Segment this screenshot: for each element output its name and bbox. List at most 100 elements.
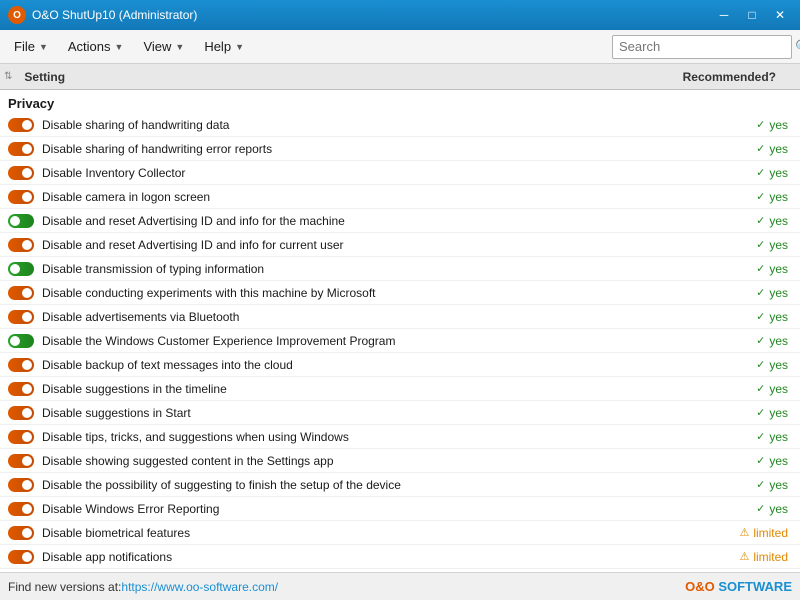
recommended-value: ✓yes xyxy=(672,382,792,396)
toggle-switch[interactable] xyxy=(8,454,34,468)
toggle-switch[interactable] xyxy=(8,478,34,492)
toggle-knob xyxy=(22,312,32,322)
minimize-button[interactable]: ─ xyxy=(712,5,736,25)
menu-actions[interactable]: Actions ▼ xyxy=(58,35,134,58)
toggle-switch[interactable] xyxy=(8,214,34,228)
toggle-knob xyxy=(22,288,32,298)
toggle-switch[interactable] xyxy=(8,550,34,564)
section-privacy-header: Privacy xyxy=(0,90,800,113)
recommended-value: ✓yes xyxy=(672,190,792,204)
status-bar: Find new versions at: https://www.oo-sof… xyxy=(0,572,800,600)
table-row: Disable access to local language for bro… xyxy=(0,569,800,572)
search-input[interactable] xyxy=(619,39,795,54)
check-icon: ✓ xyxy=(756,214,765,227)
check-icon: ✓ xyxy=(756,262,765,275)
setting-label: Disable the possibility of suggesting to… xyxy=(42,478,672,492)
search-box[interactable]: 🔍 xyxy=(612,35,792,59)
recommended-value: ✓yes xyxy=(672,502,792,516)
toggle-switch[interactable] xyxy=(8,382,34,396)
menu-bar: File ▼ Actions ▼ View ▼ Help ▼ 🔍 xyxy=(0,30,800,64)
recommended-value: ✓yes xyxy=(672,310,792,324)
recommended-value: ✓yes xyxy=(672,334,792,348)
toggle-knob xyxy=(22,552,32,562)
table-row: Disable the possibility of suggesting to… xyxy=(0,473,800,497)
setting-label: Disable backup of text messages into the… xyxy=(42,358,672,372)
check-icon: ✓ xyxy=(756,406,765,419)
toggle-switch[interactable] xyxy=(8,406,34,420)
table-header: ⇅ Setting Recommended? xyxy=(0,64,800,90)
setting-sort-icon[interactable]: ⇅ xyxy=(4,71,12,82)
table-row: Disable the Windows Customer Experience … xyxy=(0,329,800,353)
setting-label: Disable biometrical features xyxy=(42,526,672,540)
toggle-knob xyxy=(22,360,32,370)
settings-list: Disable sharing of handwriting data✓yesD… xyxy=(0,113,800,572)
toggle-switch[interactable] xyxy=(8,118,34,132)
toggle-knob xyxy=(10,336,20,346)
recommended-value: ✓yes xyxy=(672,238,792,252)
file-menu-arrow: ▼ xyxy=(39,42,48,52)
toggle-switch[interactable] xyxy=(8,358,34,372)
toggle-knob xyxy=(22,240,32,250)
toggle-switch[interactable] xyxy=(8,502,34,516)
table-row: Disable advertisements via Bluetooth✓yes xyxy=(0,305,800,329)
view-menu-arrow: ▼ xyxy=(175,42,184,52)
toggle-knob xyxy=(22,192,32,202)
title-bar: O O&O ShutUp10 (Administrator) ─ □ ✕ xyxy=(0,0,800,30)
table-row: Disable suggestions in Start✓yes xyxy=(0,401,800,425)
table-row: Disable backup of text messages into the… xyxy=(0,353,800,377)
table-row: Disable app notifications⚠limited xyxy=(0,545,800,569)
toggle-switch[interactable] xyxy=(8,142,34,156)
toggle-knob xyxy=(22,144,32,154)
menu-view[interactable]: View ▼ xyxy=(133,35,194,58)
close-button[interactable]: ✕ xyxy=(768,5,792,25)
toggle-switch[interactable] xyxy=(8,430,34,444)
recommended-value: ✓yes xyxy=(672,118,792,132)
setting-label: Disable suggestions in the timeline xyxy=(42,382,672,396)
maximize-button[interactable]: □ xyxy=(740,5,764,25)
recommended-value: ✓yes xyxy=(672,262,792,276)
check-icon: ✓ xyxy=(756,430,765,443)
table-row: Disable camera in logon screen✓yes xyxy=(0,185,800,209)
table-row: Disable biometrical features⚠limited xyxy=(0,521,800,545)
setting-column-header: Setting xyxy=(16,70,676,84)
table-row: Disable sharing of handwriting error rep… xyxy=(0,137,800,161)
menu-help[interactable]: Help ▼ xyxy=(194,35,254,58)
setting-label: Disable sharing of handwriting error rep… xyxy=(42,142,672,156)
toggle-knob xyxy=(22,504,32,514)
recommended-value: ✓yes xyxy=(672,286,792,300)
toggle-knob xyxy=(22,120,32,130)
check-icon: ✓ xyxy=(756,238,765,251)
table-row: Disable tips, tricks, and suggestions wh… xyxy=(0,425,800,449)
toggle-switch[interactable] xyxy=(8,238,34,252)
setting-label: Disable transmission of typing informati… xyxy=(42,262,672,276)
recommended-value: ✓yes xyxy=(672,166,792,180)
toggle-switch[interactable] xyxy=(8,166,34,180)
toggle-knob xyxy=(22,384,32,394)
recommended-value: ✓yes xyxy=(672,430,792,444)
menu-file[interactable]: File ▼ xyxy=(4,35,58,58)
toggle-switch[interactable] xyxy=(8,286,34,300)
setting-label: Disable suggestions in Start xyxy=(42,406,672,420)
window-controls: ─ □ ✕ xyxy=(712,5,792,25)
toggle-switch[interactable] xyxy=(8,262,34,276)
toggle-knob xyxy=(10,264,20,274)
status-link[interactable]: https://www.oo-software.com/ xyxy=(121,580,278,594)
toggle-switch[interactable] xyxy=(8,190,34,204)
warning-icon: ⚠ xyxy=(739,526,749,539)
toggle-knob xyxy=(22,456,32,466)
recommended-column-header: Recommended? xyxy=(676,70,796,84)
recommended-value: ✓yes xyxy=(672,406,792,420)
table-row: Disable Inventory Collector✓yes xyxy=(0,161,800,185)
search-icon: 🔍 xyxy=(795,39,800,55)
check-icon: ✓ xyxy=(756,118,765,131)
setting-label: Disable conducting experiments with this… xyxy=(42,286,672,300)
setting-label: Disable tips, tricks, and suggestions wh… xyxy=(42,430,672,444)
check-icon: ✓ xyxy=(756,310,765,323)
setting-label: Disable advertisements via Bluetooth xyxy=(42,310,672,324)
toggle-knob xyxy=(22,528,32,538)
toggle-switch[interactable] xyxy=(8,526,34,540)
toggle-switch[interactable] xyxy=(8,310,34,324)
check-icon: ✓ xyxy=(756,478,765,491)
toggle-knob xyxy=(22,480,32,490)
toggle-switch[interactable] xyxy=(8,334,34,348)
